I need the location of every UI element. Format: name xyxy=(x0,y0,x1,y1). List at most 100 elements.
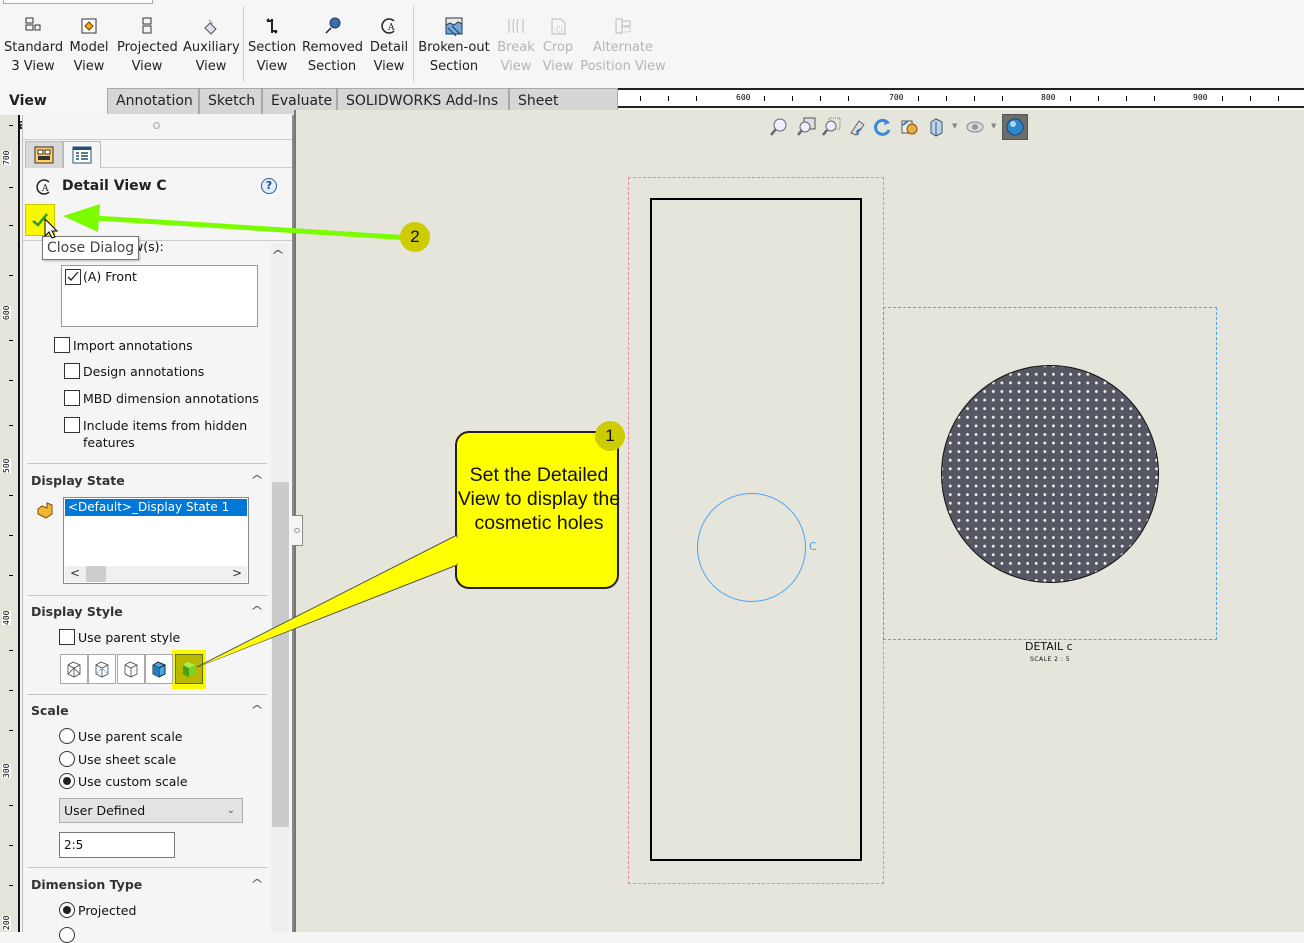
panel-grip-icon[interactable] xyxy=(153,122,160,129)
section-view-button[interactable]: Section View xyxy=(248,16,296,76)
hide-show-items-button[interactable] xyxy=(964,116,986,138)
custom-scale-input[interactable]: 2:5 xyxy=(59,832,175,858)
use-custom-scale-radio[interactable] xyxy=(59,773,75,789)
detail-circle[interactable] xyxy=(697,493,806,602)
ruler-label: 400 xyxy=(2,611,11,625)
true-dimension-radio[interactable] xyxy=(59,927,75,943)
panel-collapse-handle[interactable] xyxy=(292,515,303,546)
break-view-button: Break View xyxy=(496,16,536,76)
shaded-with-edges-icon xyxy=(150,660,168,678)
mbd-annotations-checkbox[interactable] xyxy=(64,390,80,406)
projected-view-button[interactable]: Projected View xyxy=(117,16,177,76)
ruler-tick xyxy=(946,96,947,101)
view-orientation-button[interactable] xyxy=(925,116,947,138)
hide-show-items-icon xyxy=(965,117,985,137)
view-orientation-dropdown-icon[interactable]: ▼ xyxy=(952,122,957,130)
collapse-display-style-icon[interactable]: ^ xyxy=(250,604,264,618)
ruler-label: 600 xyxy=(736,93,750,102)
horizontal-ruler: 600 700 800 900 xyxy=(618,88,1304,108)
reference-views-list[interactable]: (A) Front xyxy=(61,265,258,327)
display-state-icon xyxy=(36,501,56,519)
previous-view-icon xyxy=(847,117,867,137)
ruler-tick xyxy=(1070,96,1071,101)
section-view-label-2: View xyxy=(257,59,288,74)
shaded-with-edges-button[interactable] xyxy=(145,654,173,684)
dimension-type-title: Dimension Type xyxy=(31,877,142,892)
collapse-scale-icon[interactable]: ^ xyxy=(250,703,264,717)
tab-view-layout[interactable]: View Layout xyxy=(0,88,107,114)
chevron-down-icon: ⌄ xyxy=(227,799,235,822)
display-state-list[interactable]: <Default>_Display State 1 < > xyxy=(63,497,249,584)
ok-button[interactable] xyxy=(25,204,55,236)
hidden-lines-removed-button[interactable] xyxy=(117,654,145,684)
svg-text:A: A xyxy=(387,23,395,33)
zoom-to-area-button[interactable] xyxy=(795,116,817,138)
detail-view-scale-label[interactable]: SCALE 2 : 5 xyxy=(1030,656,1070,663)
previous-view-button[interactable] xyxy=(846,116,868,138)
grip-dot-icon xyxy=(294,528,300,533)
hidden-items-checkbox[interactable] xyxy=(64,417,80,433)
hidden-lines-visible-button[interactable] xyxy=(88,654,116,684)
ruler-tick xyxy=(9,650,13,651)
scroll-left-icon[interactable]: < xyxy=(70,566,80,580)
checkmark-icon xyxy=(31,212,49,228)
collapse-dimension-type-icon[interactable]: ^ xyxy=(250,877,264,891)
tab-featuremanager[interactable] xyxy=(25,141,63,168)
tab-annotation[interactable]: Annotation xyxy=(107,88,199,114)
tab-sketch[interactable]: Sketch xyxy=(199,88,262,114)
detail-view-shaded-holes[interactable] xyxy=(941,365,1159,583)
ruler-tick xyxy=(9,340,13,341)
wireframe-button[interactable] xyxy=(60,654,88,684)
hide-show-dropdown-icon[interactable]: ▼ xyxy=(991,122,996,130)
scrollbar-thumb[interactable] xyxy=(272,482,289,827)
ruler-tick xyxy=(9,125,13,126)
standard-3-view-button[interactable]: Standard 3 View xyxy=(4,16,62,76)
tab-propertymanager[interactable] xyxy=(63,141,101,168)
break-view-icon xyxy=(506,16,526,36)
scale-title: Scale xyxy=(31,703,69,718)
appearance-button[interactable] xyxy=(1002,114,1028,140)
ruler-label: 700 xyxy=(889,93,903,102)
collapse-display-state-icon[interactable]: ^ xyxy=(250,473,264,487)
hidden-items-label-2: features xyxy=(83,435,135,450)
zoom-in-out-icon xyxy=(821,117,841,137)
scale-dropdown[interactable]: User Defined ⌄ xyxy=(59,798,243,823)
broken-out-section-button[interactable]: Broken-out Section xyxy=(418,16,490,76)
model-view-button[interactable]: Model View xyxy=(67,16,111,76)
display-state-item[interactable]: <Default>_Display State 1 xyxy=(65,499,247,516)
zoom-to-area-icon xyxy=(796,117,816,137)
scroll-right-icon[interactable]: > xyxy=(232,566,242,580)
3d-drawing-view-button[interactable] xyxy=(898,116,920,138)
auxiliary-view-button[interactable]: Auxiliary View xyxy=(183,16,239,76)
ruler-tick xyxy=(9,425,13,426)
alternate-position-view-label-1: Alternate xyxy=(593,40,653,55)
import-annotations-checkbox[interactable] xyxy=(54,337,70,353)
ribbon-separator xyxy=(243,6,244,82)
detail-circle-label[interactable]: C xyxy=(809,540,817,553)
standard-3-view-label-1: Standard xyxy=(4,40,63,55)
shaded-button[interactable] xyxy=(175,654,203,684)
divider xyxy=(101,167,293,168)
front-view-checkbox[interactable] xyxy=(65,269,81,285)
use-sheet-scale-radio[interactable] xyxy=(59,751,75,767)
title-tab xyxy=(3,0,153,4)
zoom-to-fit-button[interactable] xyxy=(768,116,790,138)
use-parent-scale-radio[interactable] xyxy=(59,728,75,744)
zoom-in-out-button[interactable] xyxy=(820,116,842,138)
scroll-up-icon[interactable]: ^ xyxy=(271,248,285,262)
scrollbar-thumb[interactable] xyxy=(86,566,106,582)
shaded-icon xyxy=(180,660,198,678)
use-parent-style-checkbox[interactable] xyxy=(59,629,75,645)
break-view-label-1: Break xyxy=(497,40,534,55)
detail-view-caption[interactable]: DETAIL c xyxy=(1025,640,1073,653)
ruler-tick xyxy=(848,96,849,101)
section-view-icon xyxy=(262,16,282,36)
rotate-view-button[interactable] xyxy=(872,116,894,138)
ruler-tick xyxy=(764,96,765,101)
projected-radio[interactable] xyxy=(59,902,75,918)
design-annotations-checkbox[interactable] xyxy=(64,363,80,379)
detail-view-button[interactable]: A Detail View xyxy=(368,16,410,76)
help-icon[interactable]: ? xyxy=(261,178,277,194)
removed-section-button[interactable]: Removed Section xyxy=(302,16,362,76)
horizontal-scrollbar[interactable]: < > xyxy=(65,566,247,582)
